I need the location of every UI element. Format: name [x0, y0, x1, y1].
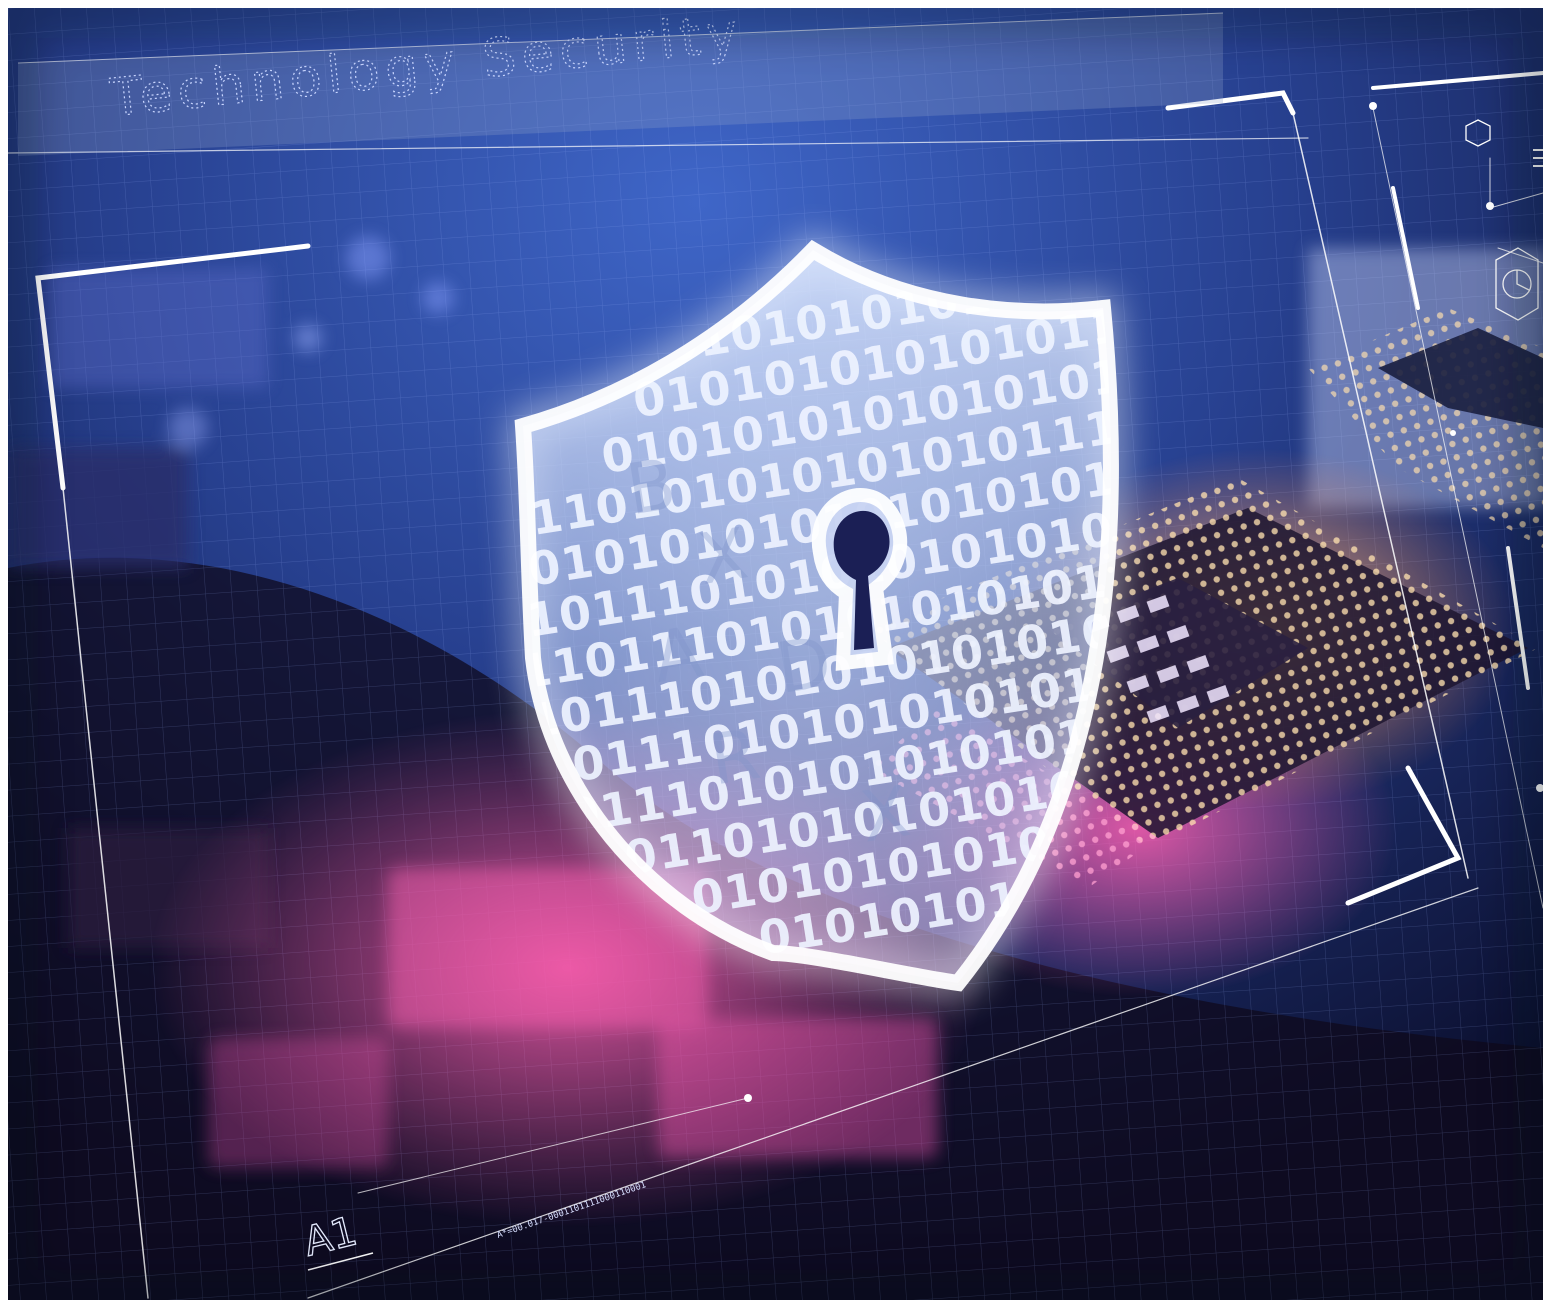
security-illustration: Technology Security 01010101010101110101…: [8, 8, 1543, 1300]
illustration-canvas: Technology Security 01010101010101110101…: [8, 8, 1543, 1300]
